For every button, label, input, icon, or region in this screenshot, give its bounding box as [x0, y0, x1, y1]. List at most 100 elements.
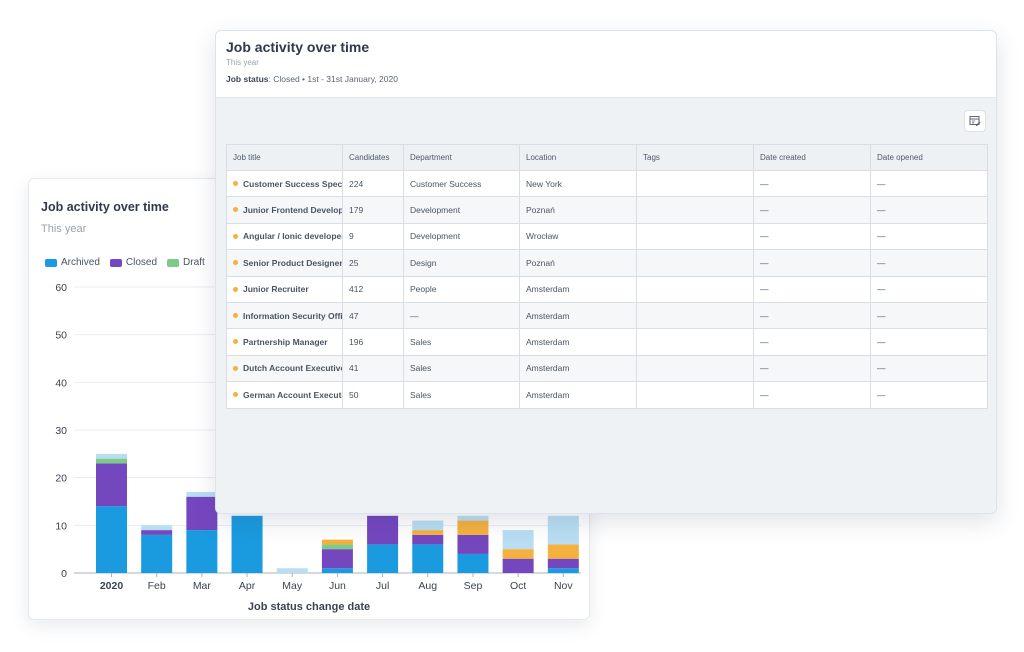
cell-date-opened: — — [870, 169, 988, 198]
x-tick-label: Aug — [418, 580, 437, 592]
cell-date-created: — — [753, 222, 871, 251]
job-title-link[interactable]: Junior Recruiter — [243, 284, 309, 294]
table-row[interactable]: Junior Recruiter 412 People Amsterdam — — — [226, 275, 988, 303]
cell-location: Wrocław — [519, 222, 637, 251]
column-header-job-title[interactable]: Job title — [226, 144, 343, 171]
bar-segment-open-jun[interactable] — [321, 539, 353, 545]
x-tick-label: Oct — [510, 580, 526, 592]
cell-department: Sales — [403, 381, 520, 409]
filter-status-label: Job status — [226, 74, 269, 84]
cell-job-title[interactable]: German Account Executive — [226, 381, 343, 409]
cell-date-created: — — [753, 354, 871, 383]
cell-date-opened: — — [870, 222, 988, 251]
x-tick-label: Apr — [239, 580, 256, 592]
cell-job-title[interactable]: Partnership Manager — [226, 328, 343, 356]
cell-tags — [636, 275, 754, 303]
bar-segment-closed-aug[interactable] — [412, 534, 444, 545]
bar-segment-archived-jun[interactable] — [321, 568, 353, 573]
bar-segment-archived-aug[interactable] — [412, 544, 444, 573]
bar-segment-draft-2020[interactable] — [96, 458, 127, 464]
job-title-link[interactable]: Customer Success Specialist — [243, 179, 342, 189]
table-row[interactable]: Angular / Ionic developer 9 Development Wro… — [226, 222, 988, 251]
x-axis-title: Job status change date — [247, 601, 371, 613]
cell-candidates: 47 — [342, 301, 404, 330]
column-header-location[interactable]: Location — [519, 144, 637, 171]
cell-job-title[interactable]: Angular / Ionic developer — [226, 222, 343, 251]
bar-segment-archived-nov[interactable] — [547, 568, 579, 573]
job-title-link[interactable]: Information Security Officer — [243, 311, 342, 321]
y-tick-label: 30 — [55, 425, 67, 437]
status-dot-icon — [233, 233, 238, 239]
bar-segment-open-aug[interactable] — [412, 530, 444, 535]
bar-segment-open-oct[interactable] — [502, 549, 534, 559]
column-header-department[interactable]: Department — [403, 144, 520, 171]
table-row[interactable]: Dutch Account Executive 41 Sales Amsterdam —… — [226, 354, 988, 383]
bar-segment-other-nov[interactable] — [547, 515, 579, 545]
table-row[interactable]: German Account Executive 50 Sales Amsterdam… — [226, 381, 988, 409]
x-tick-label: Jun — [329, 580, 346, 592]
cell-location: Poznań — [519, 196, 637, 224]
table-row[interactable]: Information Security Officer47—Amsterdam… — [226, 301, 988, 330]
y-tick-label: 40 — [55, 377, 67, 389]
table-row[interactable]: Senior Product Designer 25 Design Poznań — — — [226, 249, 988, 277]
table-card: Job activity over time This year Job sta… — [215, 30, 997, 514]
table-card-title: Job activity over time — [226, 39, 370, 55]
column-header-tags[interactable]: Tags — [636, 144, 754, 171]
bar-segment-closed-jul[interactable] — [367, 515, 399, 545]
bar-segment-other-mar[interactable] — [186, 491, 218, 497]
bar-segment-other-feb[interactable] — [141, 525, 173, 531]
column-header-date-created[interactable]: Date created — [753, 144, 871, 171]
table-row[interactable]: Customer Success Specialist224Customer S… — [226, 169, 988, 198]
bar-segment-archived-mar[interactable] — [186, 530, 218, 573]
bar-segment-closed-sep[interactable] — [457, 534, 489, 554]
cell-date-created: — — [753, 196, 871, 224]
bar-segment-other-2020[interactable] — [96, 453, 127, 459]
status-dot-icon — [233, 365, 238, 371]
bar-segment-closed-feb[interactable] — [141, 530, 173, 535]
status-dot-icon — [233, 207, 238, 213]
bar-segment-other-oct[interactable] — [502, 530, 534, 550]
export-table-button[interactable] — [964, 110, 986, 132]
cell-location: Amsterdam — [519, 381, 637, 409]
bar-segment-archived-2020[interactable] — [96, 506, 127, 573]
job-title-link[interactable]: Dutch Account Executive — [243, 363, 342, 373]
job-title-link[interactable]: Angular / Ionic developer — [243, 231, 342, 241]
cell-date-created: — — [753, 275, 871, 303]
cell-department: Sales — [403, 328, 520, 356]
bar-segment-closed-mar[interactable] — [186, 496, 218, 531]
cell-job-title[interactable]: Customer Success Specialist — [226, 169, 343, 198]
column-header-candidates[interactable]: Candidates — [342, 144, 404, 171]
bar-segment-other-aug[interactable] — [412, 520, 444, 531]
bar-segment-open-sep[interactable] — [457, 520, 489, 535]
cell-department: Sales — [403, 354, 520, 383]
bar-segment-closed-oct[interactable] — [502, 558, 534, 573]
bar-segment-archived-apr[interactable] — [231, 515, 263, 573]
cell-job-title[interactable]: Junior Frontend Developer — [226, 196, 343, 224]
job-title-link[interactable]: Senior Product Designer — [243, 258, 342, 268]
cell-date-opened: — — [870, 275, 988, 303]
table-row[interactable]: Junior Frontend Developer 179 Development P… — [226, 196, 988, 224]
bar-segment-archived-feb[interactable] — [141, 534, 173, 573]
cell-job-title[interactable]: Information Security Officer — [226, 301, 343, 330]
column-header-date-opened[interactable]: Date opened — [870, 144, 988, 171]
bar-segment-other-may[interactable] — [276, 568, 308, 573]
cell-candidates: 25 — [342, 249, 404, 277]
bar-segment-archived-jul[interactable] — [367, 544, 399, 573]
cell-job-title[interactable]: Dutch Account Executive — [226, 354, 343, 383]
bar-segment-open-nov[interactable] — [547, 544, 579, 559]
cell-job-title[interactable]: Junior Recruiter — [226, 275, 343, 303]
bar-segment-other-sep[interactable] — [457, 515, 489, 521]
job-title-link[interactable]: Junior Frontend Developer — [243, 205, 342, 215]
job-title-link[interactable]: German Account Executive — [243, 390, 342, 400]
job-title-link[interactable]: Partnership Manager — [243, 337, 328, 347]
bar-segment-draft-jun[interactable] — [321, 544, 353, 550]
bar-segment-archived-sep[interactable] — [457, 553, 489, 573]
bar-segment-closed-jun[interactable] — [321, 549, 353, 569]
bar-segment-closed-2020[interactable] — [96, 463, 127, 507]
cell-job-title[interactable]: Senior Product Designer — [226, 249, 343, 277]
cell-candidates: 50 — [342, 381, 404, 409]
cell-location: Poznań — [519, 249, 637, 277]
cell-department: Customer Success — [403, 169, 520, 198]
bar-segment-closed-nov[interactable] — [547, 558, 579, 569]
table-row[interactable]: Partnership Manager 196 Sales Amsterdam — — — [226, 328, 988, 356]
